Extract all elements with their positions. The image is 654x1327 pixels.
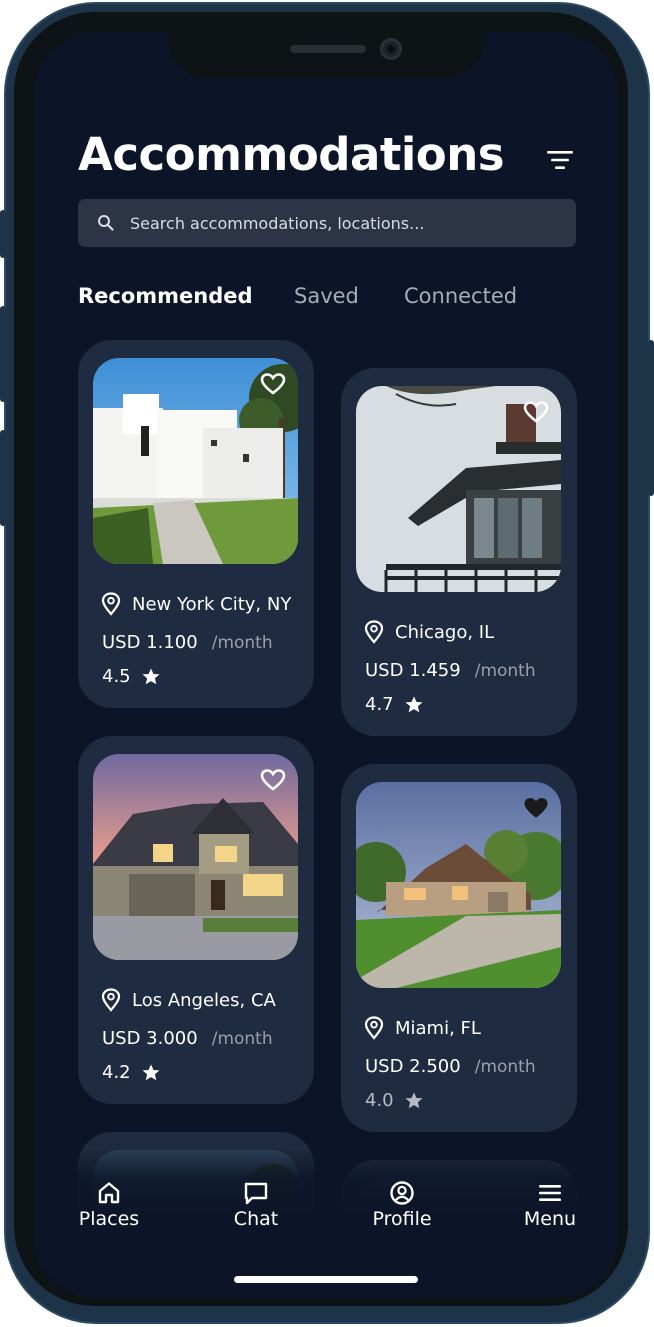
price-value: USD 3.000 [102,1028,198,1049]
rating-value: 4.2 [102,1062,131,1083]
notch [168,32,484,78]
power-button [648,340,654,496]
listing-rating: 4.7 [365,694,424,715]
volume-down-button [0,430,6,526]
nav-chat[interactable]: Chat [206,1180,306,1230]
location-pin-icon [101,988,121,1012]
listing-rating: 4.5 [102,666,161,687]
tab-saved[interactable]: Saved [294,284,359,308]
search-bar[interactable] [78,199,576,247]
nav-menu[interactable]: Menu [500,1180,600,1230]
star-icon [405,696,423,712]
chat-icon [244,1182,268,1205]
price-period: /month [474,1057,536,1077]
listing-price: USD 3.000/month [102,1028,273,1049]
location-text: Miami, FL [395,1017,481,1039]
listing-photo[interactable] [93,358,298,564]
speaker-grille [290,45,366,53]
price-value: USD 2.500 [365,1056,461,1077]
location-pin-icon [101,592,121,616]
location-pin-icon [364,1016,384,1040]
page-title: Accommodations [78,128,505,181]
listing-photo[interactable] [356,782,561,988]
mute-switch [0,210,6,258]
nav-label: Menu [523,1208,577,1230]
listing-rating: 4.0 [365,1090,424,1111]
price-value: USD 1.100 [102,632,198,653]
search-input[interactable] [130,213,550,233]
nav-places[interactable]: Places [59,1180,159,1230]
listing-location: Miami, FL [363,1016,481,1040]
tab-connected[interactable]: Connected [404,284,517,308]
listing-card-chicago[interactable]: Chicago, IL USD 1.459/month 4.7 [341,368,577,736]
nav-label: Places [78,1208,140,1230]
nav-label: Profile [372,1208,432,1230]
location-text: New York City, NY [132,593,292,615]
listing-location: Los Angeles, CA [100,988,276,1012]
listing-price: USD 2.500/month [365,1056,536,1077]
heart-icon[interactable] [260,768,286,792]
listing-rating: 4.2 [102,1062,161,1083]
star-icon [142,668,160,684]
star-icon [142,1064,160,1080]
nav-label: Chat [233,1208,279,1230]
rating-value: 4.0 [365,1090,394,1111]
tab-recommended[interactable]: Recommended [78,284,253,308]
nav-profile[interactable]: Profile [352,1180,452,1230]
listing-card-new-york[interactable]: New York City, NY USD 1.100/month 4.5 [78,340,314,708]
volume-up-button [0,306,6,402]
profile-icon [390,1181,414,1205]
listing-location: New York City, NY [100,592,291,616]
price-value: USD 1.459 [365,660,461,681]
listing-photo[interactable] [93,754,298,960]
listing-price: USD 1.100/month [102,632,273,653]
location-pin-icon [364,620,384,644]
menu-icon [539,1185,561,1201]
listing-location: Chicago, IL [363,620,494,644]
price-period: /month [474,661,536,681]
listing-card-los-angeles[interactable]: Los Angeles, CA USD 3.000/month 4.2 [78,736,314,1104]
front-camera [380,38,402,60]
listing-photo[interactable] [356,386,561,592]
heart-icon[interactable] [523,796,549,820]
location-text: Los Angeles, CA [132,989,276,1011]
rating-value: 4.7 [365,694,394,715]
home-indicator[interactable] [234,1276,418,1283]
star-icon [405,1092,423,1108]
heart-icon[interactable] [260,372,286,396]
home-icon [98,1182,120,1204]
heart-icon[interactable] [523,400,549,424]
search-icon [98,215,114,231]
listing-card-miami[interactable]: Miami, FL USD 2.500/month 4.0 [341,764,577,1132]
filter-icon[interactable] [546,148,574,172]
price-period: /month [211,1029,273,1049]
listing-price: USD 1.459/month [365,660,536,681]
location-text: Chicago, IL [395,621,495,643]
rating-value: 4.5 [102,666,131,687]
price-period: /month [211,633,273,653]
app-screen: Accommodations Recommended Saved Connect… [34,32,618,1298]
